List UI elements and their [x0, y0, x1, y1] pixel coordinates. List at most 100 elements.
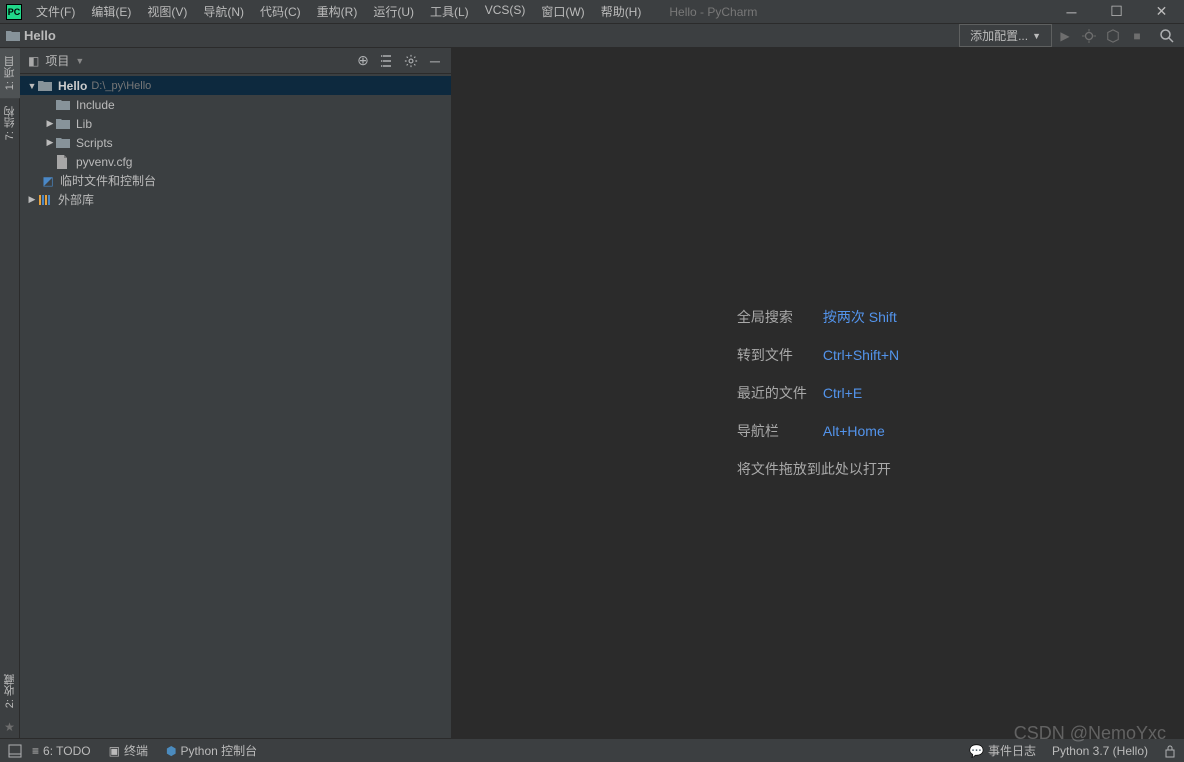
maximize-button[interactable]: ☐	[1094, 0, 1139, 24]
chevron-down-icon: ▼	[75, 56, 84, 66]
menu-vcs[interactable]: VCS(S)	[477, 1, 534, 22]
list-icon: ≡	[32, 744, 39, 758]
tree-label: 临时文件和控制台	[60, 172, 156, 189]
project-tree[interactable]: ▼ Hello D:\_py\Hello Include ▶ Lib ▶ Scr…	[20, 74, 451, 738]
debug-button[interactable]	[1078, 25, 1100, 47]
tab-favorites[interactable]: 2: 收藏	[0, 666, 20, 716]
run-button[interactable]: ▶	[1054, 25, 1076, 47]
status-python-console[interactable]: ⬢ Python 控制台	[166, 742, 257, 759]
tip-label: 转到文件	[737, 345, 815, 365]
stop-button[interactable]: ■	[1126, 25, 1148, 47]
tip-shortcut: Ctrl+Shift+N	[823, 347, 899, 363]
window-controls: ─ ☐ ✕	[1049, 0, 1184, 24]
status-todo[interactable]: ≡ 6: TODO	[32, 744, 91, 758]
status-left: ≡ 6: TODO ▣ 终端 ⬢ Python 控制台	[32, 742, 257, 759]
tree-include[interactable]: Include	[20, 95, 451, 114]
folder-icon	[56, 99, 72, 111]
panel-view-icon: ◧	[28, 54, 39, 68]
panel-title[interactable]: ◧ 项目 ▼	[28, 52, 84, 69]
panel-title-label: 项目	[45, 52, 69, 69]
run-with-coverage-button[interactable]	[1102, 25, 1124, 47]
status-interpreter[interactable]: Python 3.7 (Hello)	[1052, 744, 1148, 758]
status-bar: ≡ 6: TODO ▣ 终端 ⬢ Python 控制台 💬 事件日志 Pytho…	[0, 738, 1184, 762]
app-icon: PC	[6, 4, 22, 20]
menu-bar: 文件(F) 编辑(E) 视图(V) 导航(N) 代码(C) 重构(R) 运行(U…	[28, 1, 649, 22]
hide-panel-icon[interactable]: ─	[427, 53, 443, 69]
status-lock-icon[interactable]	[1164, 744, 1176, 758]
minimize-button[interactable]: ─	[1049, 0, 1094, 24]
status-window-icon[interactable]	[8, 744, 22, 758]
tip-label: 全局搜索	[737, 307, 815, 327]
tab-project[interactable]: 1: 项目	[0, 48, 20, 98]
gear-icon[interactable]	[403, 53, 419, 69]
tree-label: pyvenv.cfg	[76, 155, 132, 169]
folder-icon	[56, 137, 72, 149]
tree-scripts[interactable]: ▶ Scripts	[20, 133, 451, 152]
tree-lib[interactable]: ▶ Lib	[20, 114, 451, 133]
menu-view[interactable]: 视图(V)	[139, 1, 195, 22]
status-event-log[interactable]: 💬 事件日志	[969, 742, 1036, 759]
expand-arrow-icon[interactable]: ▼	[26, 81, 38, 91]
menu-code[interactable]: 代码(C)	[252, 1, 309, 22]
library-icon	[38, 194, 54, 206]
scratches-icon: ◩	[40, 174, 56, 188]
panel-toolbar: ⊕ ─	[355, 53, 443, 69]
menu-tools[interactable]: 工具(L)	[422, 1, 477, 22]
expand-arrow-icon[interactable]: ▶	[44, 118, 56, 129]
tip-shortcut: Alt+Home	[823, 423, 885, 439]
status-label: 6: TODO	[43, 744, 91, 758]
favorites-icon[interactable]: ★	[0, 716, 19, 738]
tip-label: 最近的文件	[737, 383, 815, 403]
tree-root[interactable]: ▼ Hello D:\_py\Hello	[20, 76, 451, 95]
status-label: Python 控制台	[180, 742, 257, 759]
chat-icon: 💬	[969, 744, 984, 758]
folder-icon	[6, 30, 20, 42]
tree-external[interactable]: ▶ 外部库	[20, 190, 451, 209]
config-label: 添加配置...	[970, 27, 1028, 44]
breadcrumb-label: Hello	[24, 28, 56, 43]
editor-area[interactable]: 全局搜索 按两次 Shift 转到文件 Ctrl+Shift+N 最近的文件 C…	[452, 48, 1184, 738]
collapse-all-icon[interactable]	[379, 53, 395, 69]
folder-icon	[38, 80, 54, 92]
expand-arrow-icon[interactable]: ▶	[44, 137, 56, 148]
tree-pyvenv[interactable]: pyvenv.cfg	[20, 152, 451, 171]
window-title: Hello - PyCharm	[669, 5, 757, 19]
status-label: 事件日志	[988, 742, 1036, 759]
toolbar-right: 添加配置... ▼ ▶ ■	[959, 24, 1178, 47]
tip-nav: 导航栏 Alt+Home	[737, 421, 899, 441]
tip-shortcut: 按两次 Shift	[823, 307, 897, 327]
menu-run[interactable]: 运行(U)	[365, 1, 422, 22]
file-icon	[56, 155, 72, 169]
body: 1: 项目 7: 结构 2: 收藏 ★ ◧ 项目 ▼ ⊕ ─	[0, 48, 1184, 738]
terminal-icon: ▣	[109, 744, 120, 758]
tip-label: 导航栏	[737, 421, 815, 441]
navigation-bar: Hello 添加配置... ▼ ▶ ■	[0, 24, 1184, 48]
tip-search: 全局搜索 按两次 Shift	[737, 307, 899, 327]
menu-refactor[interactable]: 重构(R)	[309, 1, 366, 22]
tree-root-label: Hello	[58, 79, 87, 93]
menu-navigate[interactable]: 导航(N)	[195, 1, 252, 22]
expand-arrow-icon[interactable]: ▶	[26, 194, 38, 205]
status-label: 终端	[124, 742, 148, 759]
tip-goto: 转到文件 Ctrl+Shift+N	[737, 345, 899, 365]
tree-scratches[interactable]: ◩ 临时文件和控制台	[20, 171, 451, 190]
status-terminal[interactable]: ▣ 终端	[109, 742, 148, 759]
editor-tips: 全局搜索 按两次 Shift 转到文件 Ctrl+Shift+N 最近的文件 C…	[737, 307, 899, 479]
search-icon[interactable]	[1156, 25, 1178, 47]
menu-help[interactable]: 帮助(H)	[593, 1, 650, 22]
tip-shortcut: Ctrl+E	[823, 385, 862, 401]
menu-file[interactable]: 文件(F)	[28, 1, 83, 22]
python-icon: ⬢	[166, 744, 176, 758]
locate-icon[interactable]: ⊕	[355, 53, 371, 69]
tip-text: 将文件拖放到此处以打开	[737, 459, 891, 479]
run-config-dropdown[interactable]: 添加配置... ▼	[959, 24, 1052, 47]
left-gutter: 1: 项目 7: 结构 2: 收藏 ★	[0, 48, 20, 738]
close-button[interactable]: ✕	[1139, 0, 1184, 24]
tree-root-path: D:\_py\Hello	[91, 80, 151, 92]
menu-edit[interactable]: 编辑(E)	[83, 1, 139, 22]
menu-window[interactable]: 窗口(W)	[533, 1, 592, 22]
tip-recent: 最近的文件 Ctrl+E	[737, 383, 899, 403]
project-panel: ◧ 项目 ▼ ⊕ ─ ▼ Hello D:\_py\Hello	[20, 48, 452, 738]
tab-structure[interactable]: 7: 结构	[0, 98, 20, 148]
breadcrumb[interactable]: Hello	[6, 28, 56, 43]
